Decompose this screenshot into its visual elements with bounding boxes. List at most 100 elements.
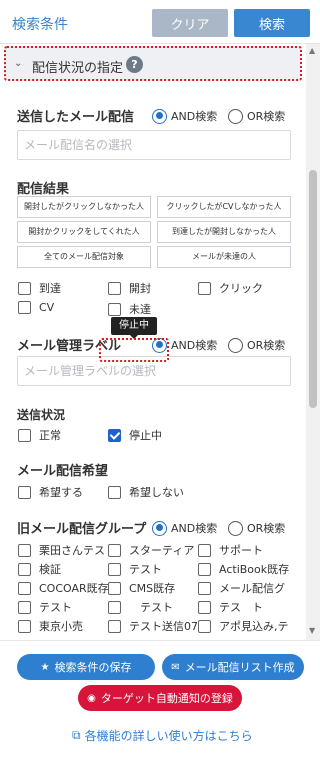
radio-icon xyxy=(228,337,243,353)
group-checkbox[interactable]: ActiBook既存 xyxy=(198,561,289,577)
section-label: 配信状況の指定 xyxy=(32,61,124,76)
group-checkbox[interactable]: サポート xyxy=(198,542,263,558)
group-checkbox[interactable]: 栗田さんテス xyxy=(18,542,105,558)
checkbox-normal[interactable]: 正常 xyxy=(18,427,61,443)
group-checkbox[interactable]: テス ト xyxy=(198,599,263,615)
scroll-up-icon[interactable]: ▲ xyxy=(309,46,315,55)
delivery-status-section-toggle[interactable]: ⌄ 配信状況の指定 ? xyxy=(4,46,302,81)
groups-and-radio[interactable]: AND検索 xyxy=(152,520,217,536)
group-checkbox[interactable]: 検証 xyxy=(18,561,61,577)
button-label: メール配信リスト作成 xyxy=(184,661,295,674)
checkbox-label: メール配信グ xyxy=(219,582,285,595)
group-checkbox[interactable]: 東京小売 xyxy=(18,618,83,634)
checkbox-cv[interactable]: CV xyxy=(18,301,54,314)
clear-button[interactable]: クリア xyxy=(152,9,228,37)
star-icon: ★ xyxy=(40,661,50,673)
chevron-down-icon: ⌄ xyxy=(14,58,23,69)
checkbox-icon xyxy=(198,281,211,295)
checkbox-label: CMS既存 xyxy=(129,582,176,595)
checkbox-label: COCOAR既存 xyxy=(39,582,109,595)
help-link[interactable]: ⧉ 各機能の詳しい使い方はこちら xyxy=(72,727,253,744)
sent-mail-or-radio[interactable]: OR検索 xyxy=(228,108,285,124)
checkbox-label: 停止中 xyxy=(129,429,162,442)
group-checkbox[interactable]: テスト送信071 xyxy=(108,618,205,634)
checkbox-label: 栗田さんテス xyxy=(39,544,105,557)
checkbox-icon xyxy=(198,581,211,595)
group-checkbox[interactable]: アポ見込み,テ xyxy=(198,618,289,634)
checkbox-reached[interactable]: 到達 xyxy=(18,280,61,296)
checkbox-icon xyxy=(18,485,31,499)
checkbox-label: アポ見込み,テ xyxy=(219,620,289,633)
checkbox-stopped[interactable]: 停止中 xyxy=(108,427,162,443)
button-label: 検索条件の保存 xyxy=(54,661,132,674)
group-checkbox[interactable]: テスト xyxy=(18,599,72,615)
result-chip[interactable]: クリックしたがCVしなかった人 xyxy=(157,196,291,218)
group-checkbox[interactable]: メール配信グ xyxy=(198,580,285,596)
window-icon: ⧉ xyxy=(72,728,81,742)
checkbox-icon xyxy=(108,581,121,595)
group-checkbox[interactable]: COCOAR既存 xyxy=(18,580,109,596)
checkbox-label: クリック xyxy=(219,282,263,295)
checkbox-label: テスト xyxy=(129,601,173,614)
checkbox-icon xyxy=(198,562,211,576)
save-conditions-button[interactable]: ★ 検索条件の保存 xyxy=(17,654,155,680)
search-button[interactable]: 検索 xyxy=(234,9,310,37)
result-chip[interactable]: 全てのメール配信対象 xyxy=(17,246,151,268)
group-checkbox[interactable]: CMS既存 xyxy=(108,580,175,596)
radio-label: OR検索 xyxy=(247,339,286,352)
sent-mail-heading: 送信したメール配信 xyxy=(17,110,135,125)
filter-scroll-area: 送信したメール配信 AND検索 OR検索 メール配信名の選択 配信結果 開封した… xyxy=(0,84,306,640)
checkbox-icon xyxy=(18,428,31,442)
create-list-button[interactable]: ✉ メール配信リスト作成 xyxy=(162,654,304,680)
checkbox-label: CV xyxy=(39,301,55,314)
checkbox-label: テスト xyxy=(39,601,72,614)
label-or-radio[interactable]: OR検索 xyxy=(228,337,285,353)
checkbox-label: スターティア xyxy=(129,544,195,557)
result-chip[interactable]: 開封したがクリックしなかった人 xyxy=(17,196,151,218)
checkbox-click[interactable]: クリック xyxy=(198,280,263,296)
checkbox-icon xyxy=(18,562,31,576)
radio-icon xyxy=(228,108,243,124)
result-chip[interactable]: メールが未達の人 xyxy=(157,246,291,268)
radio-label: OR検索 xyxy=(247,522,286,535)
sent-mail-and-radio[interactable]: AND検索 xyxy=(152,108,217,124)
checkbox-icon xyxy=(108,485,121,499)
checkbox-undelivered[interactable]: 未達 xyxy=(108,301,151,317)
checkbox-wish-no[interactable]: 希望しない xyxy=(108,484,184,500)
checkbox-icon xyxy=(108,281,121,295)
checkbox-label: 東京小売 xyxy=(39,620,83,633)
scroll-down-icon[interactable]: ▼ xyxy=(309,626,315,635)
result-chip[interactable]: 到達したが開封しなかった人 xyxy=(157,221,291,243)
help-link-label: 各機能の詳しい使い方はこちら xyxy=(84,729,253,743)
radio-label: AND検索 xyxy=(171,339,218,352)
scrollbar-thumb[interactable] xyxy=(309,170,317,408)
checkbox-label: 希望しない xyxy=(129,486,184,499)
checkbox-icon xyxy=(108,600,121,614)
groups-or-radio[interactable]: OR検索 xyxy=(228,520,285,536)
mail-delivery-select[interactable]: メール配信名の選択 xyxy=(17,130,291,160)
checkbox-icon xyxy=(108,302,121,316)
checkbox-opened[interactable]: 開封 xyxy=(108,280,151,296)
help-icon[interactable]: ? xyxy=(126,56,143,73)
group-checkbox[interactable]: テスト xyxy=(108,599,173,615)
checkbox-wish-yes[interactable]: 希望する xyxy=(18,484,83,500)
groups-heading: 旧メール配信グループ xyxy=(17,522,147,537)
checkbox-icon xyxy=(18,581,31,595)
register-notification-button[interactable]: ◉ ターゲット自動通知の登録 xyxy=(78,685,242,711)
checkbox-icon xyxy=(18,281,31,295)
wish-heading: メール配信希望 xyxy=(17,464,109,479)
target-icon: ◉ xyxy=(87,692,96,704)
checkbox-icon xyxy=(18,301,31,314)
group-checkbox[interactable]: スターティア xyxy=(108,542,194,558)
checkbox-icon xyxy=(198,543,211,557)
checkbox-icon xyxy=(18,619,31,633)
checkbox-label: テスト送信071 xyxy=(129,620,205,633)
radio-label: OR検索 xyxy=(247,110,286,123)
result-chip[interactable]: 開封かクリックをしてくれた人 xyxy=(17,221,151,243)
vertical-scrollbar[interactable]: ▲ ▼ xyxy=(306,44,320,640)
status-heading: 送信状況 xyxy=(17,408,66,422)
radio-selected-icon xyxy=(152,520,167,536)
stopped-highlight-frame xyxy=(99,338,169,362)
group-checkbox[interactable]: テスト xyxy=(108,561,162,577)
checkbox-label: テスト xyxy=(129,563,162,576)
